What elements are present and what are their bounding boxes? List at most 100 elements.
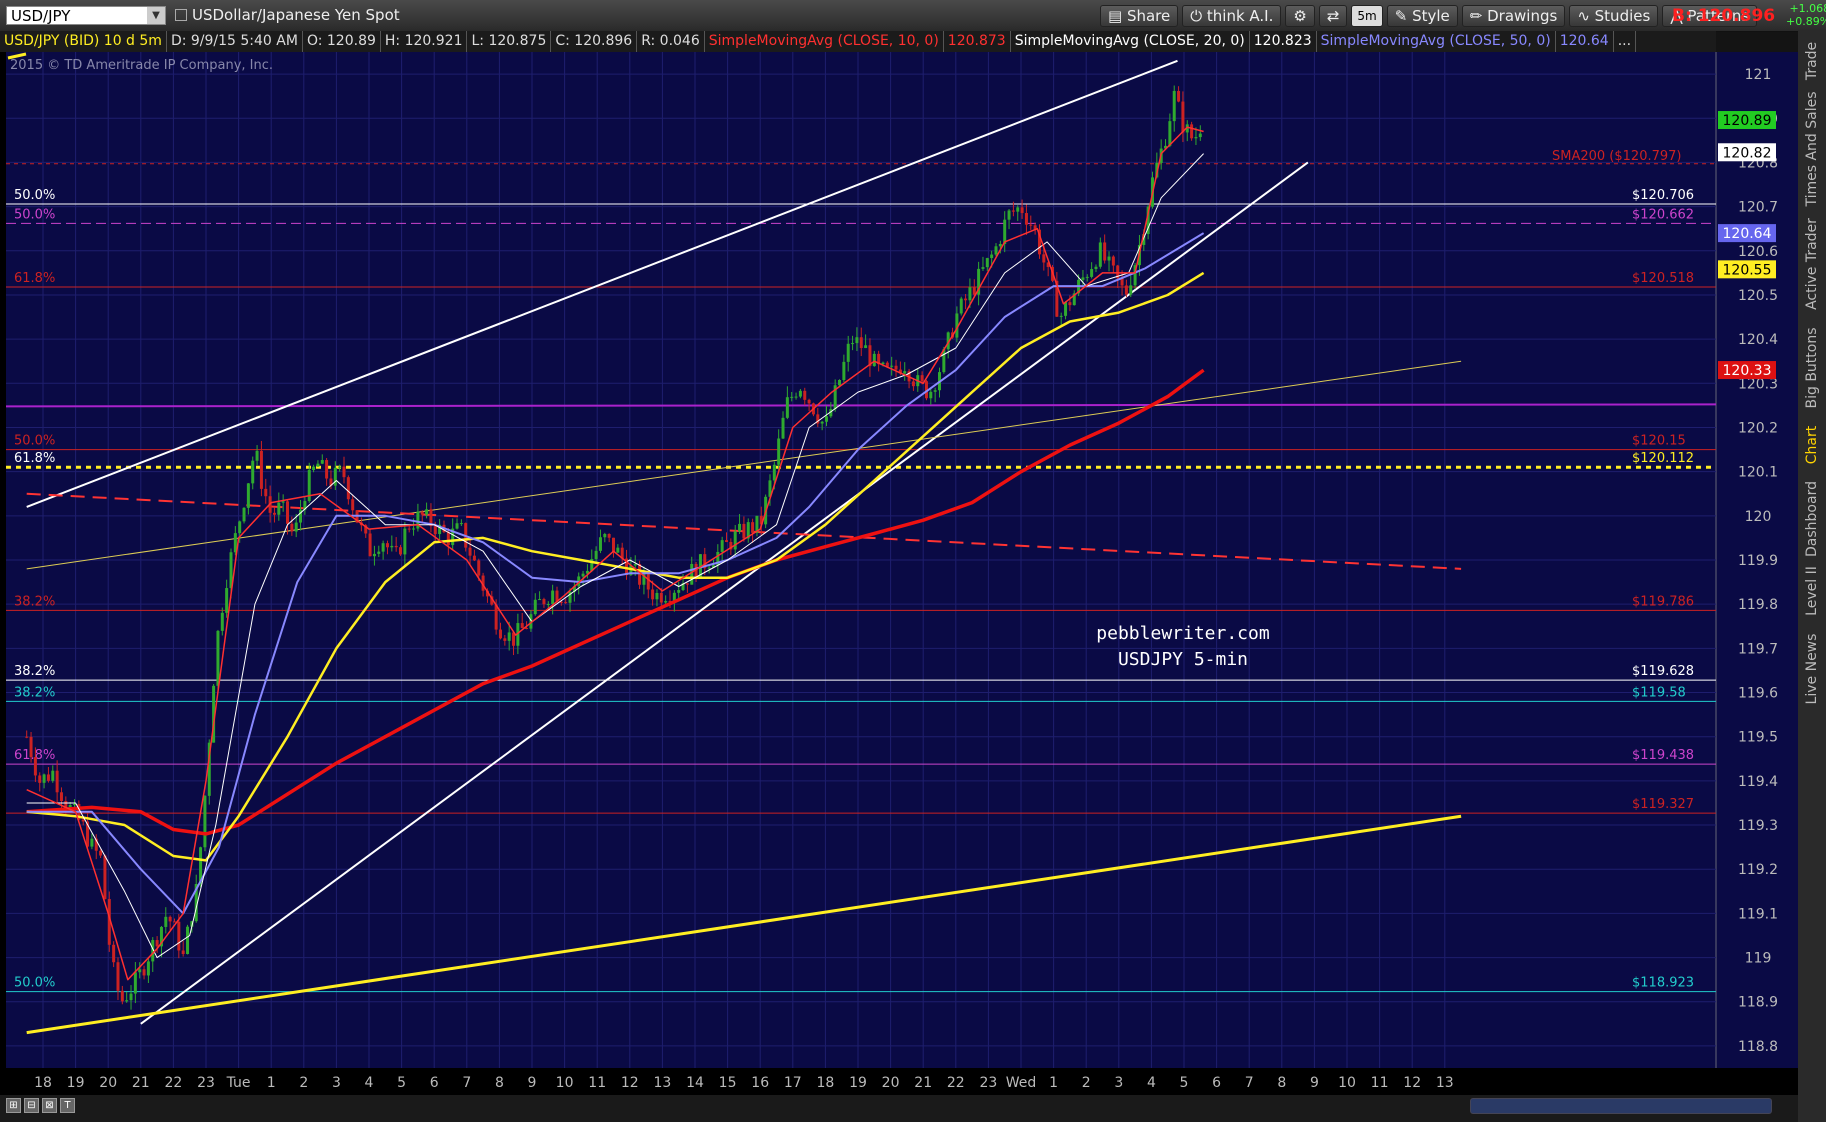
- x-tick-label: 10: [1338, 1075, 1356, 1091]
- y-tick-label: 118.9: [1738, 995, 1778, 1011]
- style-icon: ✎: [1394, 7, 1413, 25]
- candle-body: [964, 298, 968, 301]
- candle-body: [855, 337, 859, 344]
- fib-level-price: $120.518: [1632, 271, 1694, 286]
- candle-body: [51, 770, 55, 781]
- price-tag-label: 120.55: [1723, 262, 1772, 278]
- side-tab-times-and-sales[interactable]: Times And Sales: [1798, 91, 1826, 206]
- candle-body: [412, 528, 416, 530]
- candle-body: [1098, 242, 1102, 267]
- candle-body: [1064, 302, 1068, 316]
- candle-body: [1181, 101, 1185, 133]
- side-tab-trade[interactable]: Trade: [1798, 31, 1826, 91]
- candle-body: [542, 599, 546, 605]
- info-sma20-label[interactable]: SimpleMovingAvg (CLOSE, 20, 0): [1011, 31, 1250, 52]
- info-sma10-label[interactable]: SimpleMovingAvg (CLOSE, 10, 0): [705, 31, 944, 52]
- candle-body: [477, 560, 481, 576]
- candle-body: [777, 438, 781, 465]
- side-tab-level-ii[interactable]: Level II: [1798, 561, 1826, 621]
- candle-body: [1024, 213, 1028, 225]
- candle-body: [142, 969, 146, 976]
- candle-body: [790, 396, 794, 398]
- candle-body: [425, 509, 429, 515]
- price-tag-label: 120.64: [1723, 226, 1772, 242]
- candle-body: [351, 499, 355, 511]
- studies-icon: ∿: [1577, 7, 1595, 25]
- side-tab-live-news[interactable]: Live News: [1798, 621, 1826, 716]
- info-sma50-label[interactable]: SimpleMovingAvg (CLOSE, 50, 0): [1317, 31, 1556, 52]
- candle-body: [598, 537, 602, 551]
- candle-body: [798, 390, 802, 397]
- candle-body: [990, 254, 994, 259]
- y-tick-label: 118.8: [1738, 1039, 1778, 1055]
- candle-body: [112, 944, 116, 963]
- fib-level-label: 38.2%: [14, 685, 55, 700]
- share-button[interactable]: ▤ Share: [1100, 5, 1179, 27]
- x-tick-label: 9: [1310, 1075, 1319, 1091]
- candle-body: [707, 567, 711, 569]
- x-tick-label: 18: [816, 1075, 834, 1091]
- candle-body: [312, 466, 316, 471]
- x-tick-label: 16: [751, 1075, 769, 1091]
- x-tick-label: 23: [979, 1075, 997, 1091]
- fib-level-price: $119.786: [1632, 594, 1694, 609]
- compare-button[interactable]: ⇄: [1318, 5, 1348, 27]
- side-tab-big-buttons[interactable]: Big Buttons: [1798, 321, 1826, 414]
- reset-icon[interactable]: ⊠: [42, 1098, 57, 1113]
- candle-body: [664, 601, 668, 603]
- candle-body: [803, 390, 807, 400]
- info-more[interactable]: ...: [1614, 31, 1637, 52]
- style-button[interactable]: ✎ Style: [1386, 5, 1458, 27]
- side-tab-chart[interactable]: Chart: [1798, 414, 1826, 476]
- symbol-input[interactable]: USD/JPY ▼: [6, 6, 166, 25]
- timeframe-button[interactable]: 5m: [1351, 5, 1383, 27]
- x-tick-label: 19: [67, 1075, 85, 1091]
- studies-button[interactable]: ∿ Studies: [1569, 5, 1659, 27]
- x-tick-label: 11: [1371, 1075, 1389, 1091]
- info-symbol[interactable]: USD/JPY (BID) 10 d 5m: [0, 31, 167, 52]
- think-ai-button[interactable]: ⏻ think A.I.: [1182, 5, 1282, 27]
- fib-level-price: $119.58: [1632, 685, 1686, 700]
- candle-body: [320, 460, 324, 464]
- drawings-button[interactable]: ✏ Drawings: [1461, 5, 1566, 27]
- price-tag-label: 120.82: [1723, 145, 1772, 161]
- candle-body: [785, 397, 789, 418]
- candle-body: [407, 528, 411, 530]
- candle-body: [1042, 254, 1046, 263]
- candle-body: [81, 819, 85, 822]
- zoom-out-icon[interactable]: ⊟: [24, 1098, 39, 1113]
- candle-body: [381, 543, 385, 552]
- x-tick-label: 3: [332, 1075, 341, 1091]
- y-tick-label: 119.2: [1738, 862, 1778, 878]
- checkbox-icon[interactable]: [175, 9, 187, 21]
- settings-button[interactable]: ⚙: [1285, 5, 1315, 27]
- zoom-in-icon[interactable]: ⊞: [6, 1098, 21, 1113]
- chevron-down-icon[interactable]: ▼: [147, 7, 165, 24]
- side-tab-dashboard[interactable]: Dashboard: [1798, 476, 1826, 561]
- side-tab-active-trader[interactable]: Active Trader: [1798, 206, 1826, 321]
- candle-body: [772, 464, 776, 481]
- horizontal-scrollbar[interactable]: [1470, 1098, 1772, 1114]
- y-tick-label: 121: [1745, 67, 1772, 83]
- candle-body: [655, 592, 659, 600]
- x-tick-label: 4: [365, 1075, 374, 1091]
- candle-body: [651, 589, 655, 600]
- candle-body: [372, 553, 376, 557]
- candle-body: [181, 950, 185, 955]
- candle-body: [838, 379, 842, 386]
- candle-body: [294, 522, 298, 532]
- text-tool-icon[interactable]: T: [60, 1098, 75, 1113]
- power-icon: ⏻: [1190, 7, 1207, 25]
- price-chart[interactable]: 118.8118.9119119.1119.2119.3119.4119.511…: [0, 52, 1798, 1095]
- x-tick-label: 10: [556, 1075, 574, 1091]
- candle-body: [164, 916, 168, 927]
- share-icon: ▤: [1108, 7, 1127, 25]
- candle-body: [42, 774, 46, 783]
- candle-body: [33, 757, 37, 776]
- candle-body: [903, 371, 907, 374]
- candle-body: [129, 993, 133, 1001]
- info-low: L: 120.875: [467, 31, 552, 52]
- candle-body: [824, 416, 828, 422]
- candle-body: [264, 488, 268, 497]
- candle-body: [1107, 256, 1111, 261]
